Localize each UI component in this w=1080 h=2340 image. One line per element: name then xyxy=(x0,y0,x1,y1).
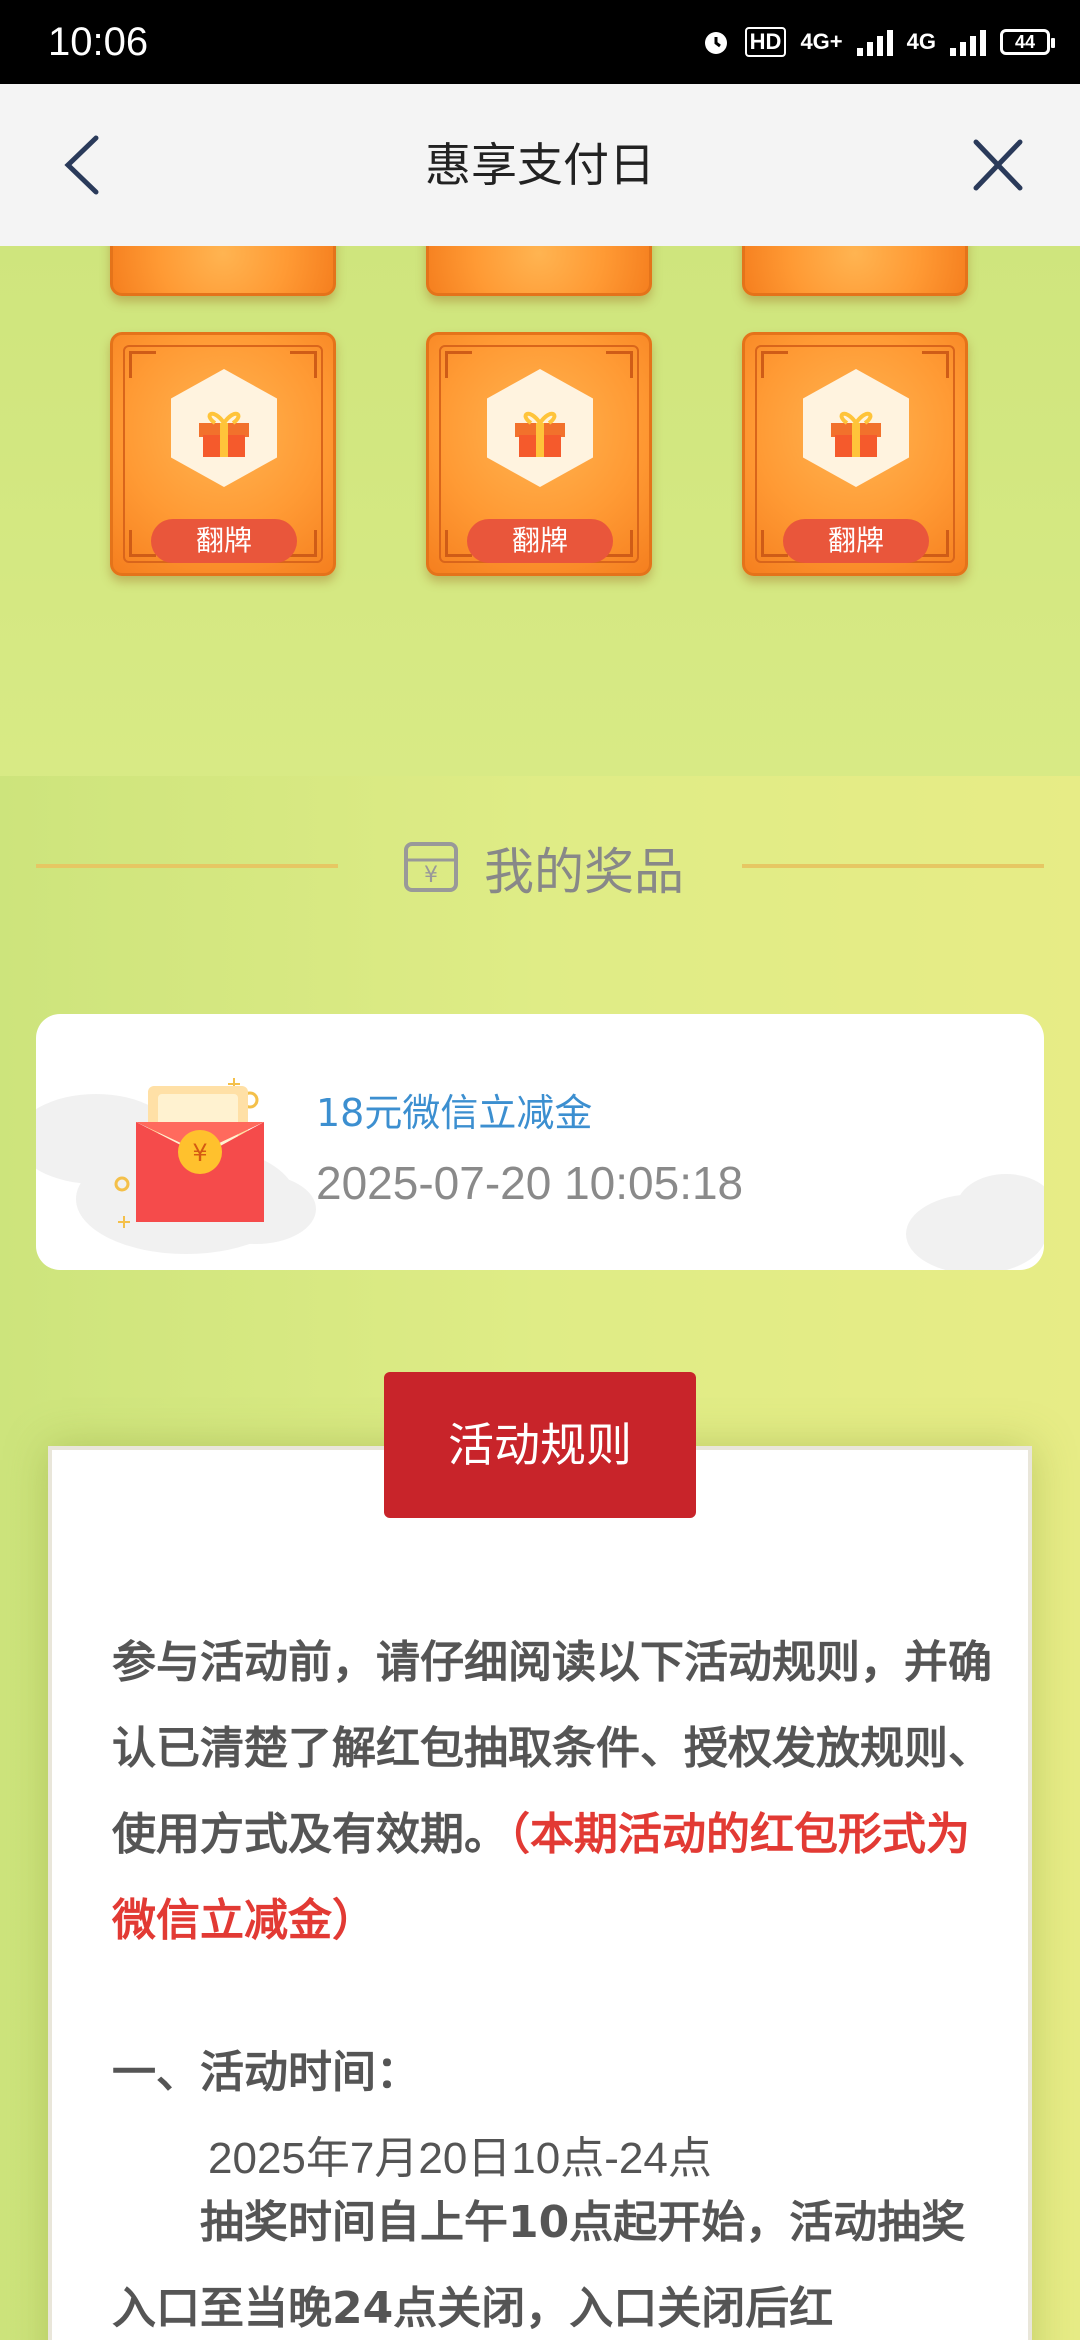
divider-right xyxy=(742,864,1044,868)
prize-name: 18元微信立减金 xyxy=(316,1091,593,1135)
alarm-icon xyxy=(704,32,727,54)
hd-icon: HD xyxy=(744,27,787,57)
flip-card[interactable] xyxy=(426,246,652,296)
rules-section-time: 2025年7月20日10点-24点 xyxy=(208,2134,712,2183)
flip-cards-area: 翻牌 翻牌 翻牌 xyxy=(0,246,1080,776)
flip-button[interactable]: 翻牌 xyxy=(467,519,613,563)
prize-item[interactable]: ¥ 18元微信立减金 2025-07-20 10:05:18 xyxy=(36,1014,1044,1270)
battery-level: 44 xyxy=(1014,31,1036,52)
status-bar: 10:06 HD 4G+ 4G 44 xyxy=(0,0,1080,84)
flip-card[interactable] xyxy=(742,246,968,296)
signal-icon-2 xyxy=(950,28,986,56)
gift-icon xyxy=(199,411,249,457)
divider-left xyxy=(36,864,338,868)
network-type-1: 4G+ xyxy=(800,29,843,54)
gift-icon xyxy=(515,411,565,457)
flip-button[interactable]: 翻牌 xyxy=(151,519,297,563)
rules-intro: 参与活动前，请仔细阅读以下活动规则，并确认已清楚了解红包抽取条件、授权发放规则、… xyxy=(112,1620,992,1964)
my-prizes-title: 我的奖品 xyxy=(484,843,684,901)
status-icons: HD 4G+ 4G 44 xyxy=(701,22,1055,62)
flip-button[interactable]: 翻牌 xyxy=(783,519,929,563)
gift-icon xyxy=(831,411,881,457)
flip-card[interactable]: 翻牌 xyxy=(426,332,652,576)
network-type-2: 4G xyxy=(906,29,936,54)
status-time: 10:06 xyxy=(48,20,149,64)
flip-card[interactable] xyxy=(110,246,336,296)
battery-icon: 44 xyxy=(1000,29,1055,55)
signal-icon-1 xyxy=(856,28,893,56)
red-envelope-icon: ¥ xyxy=(114,1078,264,1228)
content-area: 翻牌 翻牌 翻牌 ¥ 我的奖品 ¥ 18元微信立减金 2025-07-20 10… xyxy=(0,246,1080,2340)
chevron-left-icon[interactable] xyxy=(56,130,116,200)
rules-tab: 活动规则 xyxy=(384,1372,696,1518)
flip-card[interactable]: 翻牌 xyxy=(110,332,336,576)
nav-bar: 惠享支付日 xyxy=(0,84,1080,246)
close-icon[interactable] xyxy=(968,130,1028,200)
flip-card[interactable]: 翻牌 xyxy=(742,332,968,576)
coupon-icon: ¥ xyxy=(404,842,458,892)
rules-panel: 参与活动前，请仔细阅读以下活动规则，并确认已清楚了解红包抽取条件、授权发放规则、… xyxy=(48,1446,1032,2340)
prize-datetime: 2025-07-20 10:05:18 xyxy=(316,1157,744,1209)
svg-text:¥: ¥ xyxy=(424,863,438,888)
svg-text:¥: ¥ xyxy=(192,1139,207,1167)
page-title: 惠享支付日 xyxy=(425,138,655,192)
rules-section-title: 一、活动时间： xyxy=(112,2047,420,2098)
rules-section-text: 抽奖时间自上午10点起开始，活动抽奖入口至当晚24点关闭，入口关闭后红 xyxy=(112,2197,966,2334)
